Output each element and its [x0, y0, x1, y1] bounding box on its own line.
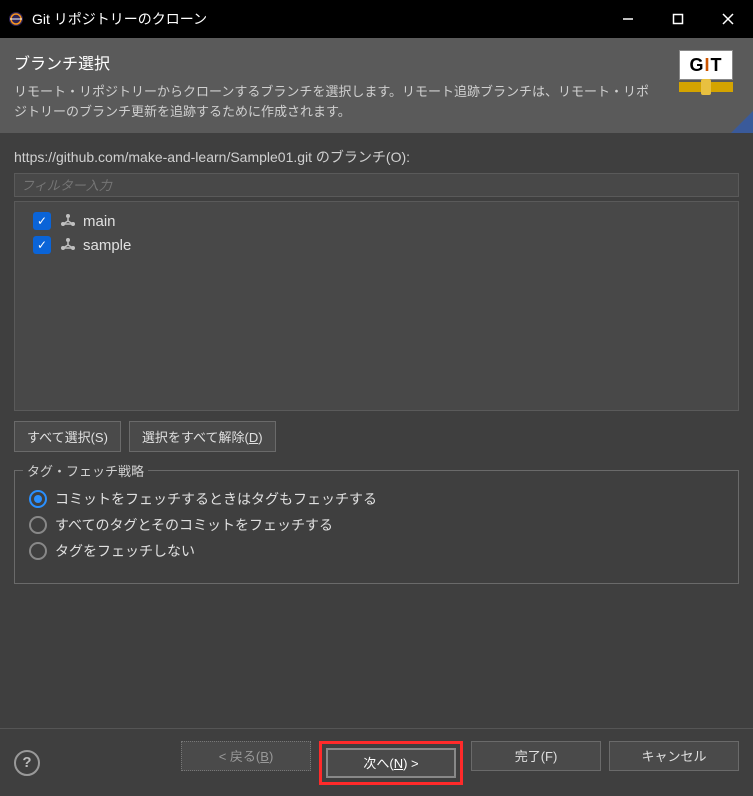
- select-all-button[interactable]: すべて選択(S): [14, 421, 121, 452]
- branches-of-label: https://github.com/make-and-learn/Sample…: [14, 147, 739, 167]
- maximize-button[interactable]: [653, 0, 703, 38]
- cancel-button[interactable]: キャンセル: [609, 741, 739, 771]
- next-button[interactable]: 次へ(N) >: [326, 748, 456, 778]
- resize-corner-icon: [731, 111, 753, 133]
- branch-item[interactable]: ✓ sample: [33, 236, 720, 254]
- radio-option-fetch-tags-with-commits[interactable]: コミットをフェッチするときはタグもフェッチする: [29, 489, 724, 509]
- radio-button[interactable]: [29, 542, 47, 560]
- page-description: リモート・リポジトリーからクローンするブランチを選択します。リモート追跡ブランチ…: [14, 82, 654, 121]
- branch-checkbox[interactable]: ✓: [33, 236, 51, 254]
- branch-name: sample: [83, 237, 131, 254]
- radio-option-no-tags[interactable]: タグをフェッチしない: [29, 541, 724, 561]
- back-button[interactable]: < 戻る(B): [181, 741, 311, 771]
- filter-input[interactable]: [14, 173, 739, 197]
- branch-item[interactable]: ✓ main: [33, 212, 720, 230]
- radio-button[interactable]: [29, 490, 47, 508]
- deselect-all-button[interactable]: 選択をすべて解除(D): [129, 421, 276, 452]
- branch-icon: [59, 237, 77, 254]
- branch-checkbox[interactable]: ✓: [33, 212, 51, 230]
- fieldset-legend: タグ・フェッチ戦略: [23, 461, 148, 480]
- tag-fetch-strategy-group: タグ・フェッチ戦略 コミットをフェッチするときはタグもフェッチする すべてのタグ…: [14, 470, 739, 584]
- git-wizard-icon: GIT: [673, 50, 739, 106]
- wizard-footer: ? < 戻る(B) 次へ(N) > 完了(F) キャンセル: [0, 728, 753, 796]
- finish-button[interactable]: 完了(F): [471, 741, 601, 771]
- help-icon[interactable]: ?: [14, 750, 40, 776]
- minimize-button[interactable]: [603, 0, 653, 38]
- window-title: Git リポジトリーのクローン: [32, 9, 603, 29]
- close-button[interactable]: [703, 0, 753, 38]
- page-title: ブランチ選択: [14, 50, 673, 74]
- branch-list[interactable]: ✓ main ✓ sample: [14, 201, 739, 411]
- branch-name: main: [83, 213, 116, 230]
- annotation-highlight: 次へ(N) >: [319, 741, 463, 785]
- radio-option-fetch-all-tags[interactable]: すべてのタグとそのコミットをフェッチする: [29, 515, 724, 535]
- radio-button[interactable]: [29, 516, 47, 534]
- eclipse-icon: [8, 11, 24, 27]
- titlebar: Git リポジトリーのクローン: [0, 0, 753, 38]
- branch-icon: [59, 213, 77, 230]
- wizard-header: ブランチ選択 リモート・リポジトリーからクローンするブランチを選択します。リモー…: [0, 38, 753, 133]
